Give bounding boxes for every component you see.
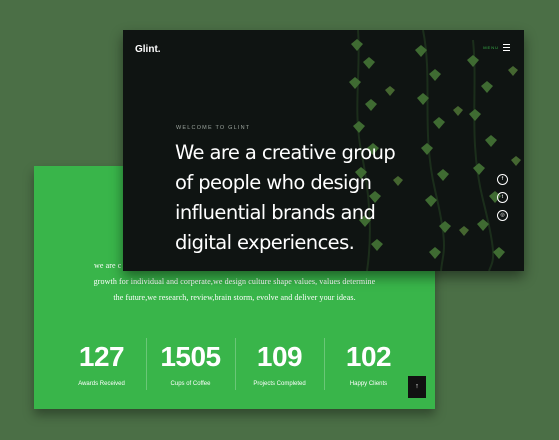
stat-label: Happy Clients [349, 381, 388, 387]
menu-label: MENU [483, 45, 499, 50]
stat-value: 102 [345, 341, 392, 372]
hero-eyebrow: WELCOME TO GLINT [176, 125, 251, 131]
stat-label: Projects Completed [253, 381, 306, 387]
showcase-canvas: we are c growth for individual and corpe… [0, 0, 559, 440]
stats-row: 127 Awards Received 1505 Cups of Coffee … [57, 338, 413, 394]
facebook-icon[interactable]: f [497, 174, 508, 185]
headline-line-3: influential brands and [175, 201, 376, 224]
stat-value: 109 [256, 341, 303, 372]
about-text-line-1: we are c [94, 261, 122, 270]
back-to-top-button[interactable]: ↑ [408, 376, 426, 398]
headline-line-1: We are a creative group [175, 141, 396, 164]
stat-value: 1505 [160, 341, 221, 372]
stat-label: Awards Received [78, 381, 125, 387]
stat-projects: 109 Projects Completed [235, 338, 324, 394]
hero-headline: We are a creative group of people who de… [175, 138, 435, 258]
stat-value: 127 [78, 341, 125, 372]
stat-awards: 127 Awards Received [57, 338, 146, 394]
hamburger-icon [503, 44, 510, 51]
headline-line-2: of people who design [175, 171, 372, 194]
twitter-icon[interactable]: t [497, 192, 508, 203]
about-text-line-2: growth for individual and corperate,we d… [93, 277, 376, 286]
stat-coffee: 1505 Cups of Coffee [146, 338, 235, 394]
hero-section-card: Glint. MENU WELCOME TO GLINT We are a cr… [123, 30, 524, 271]
stat-clients: 102 Happy Clients [324, 338, 413, 394]
about-text-line-3: the future,we research, review,brain sto… [113, 293, 356, 302]
menu-toggle[interactable]: MENU [483, 44, 510, 51]
social-links: f t ◎ [497, 174, 509, 221]
arrow-up-icon: ↑ [415, 383, 419, 390]
headline-line-4: digital experiences. [175, 231, 355, 254]
stat-label: Cups of Coffee [170, 381, 211, 387]
instagram-icon[interactable]: ◎ [497, 210, 508, 221]
site-logo[interactable]: Glint. [135, 44, 161, 55]
